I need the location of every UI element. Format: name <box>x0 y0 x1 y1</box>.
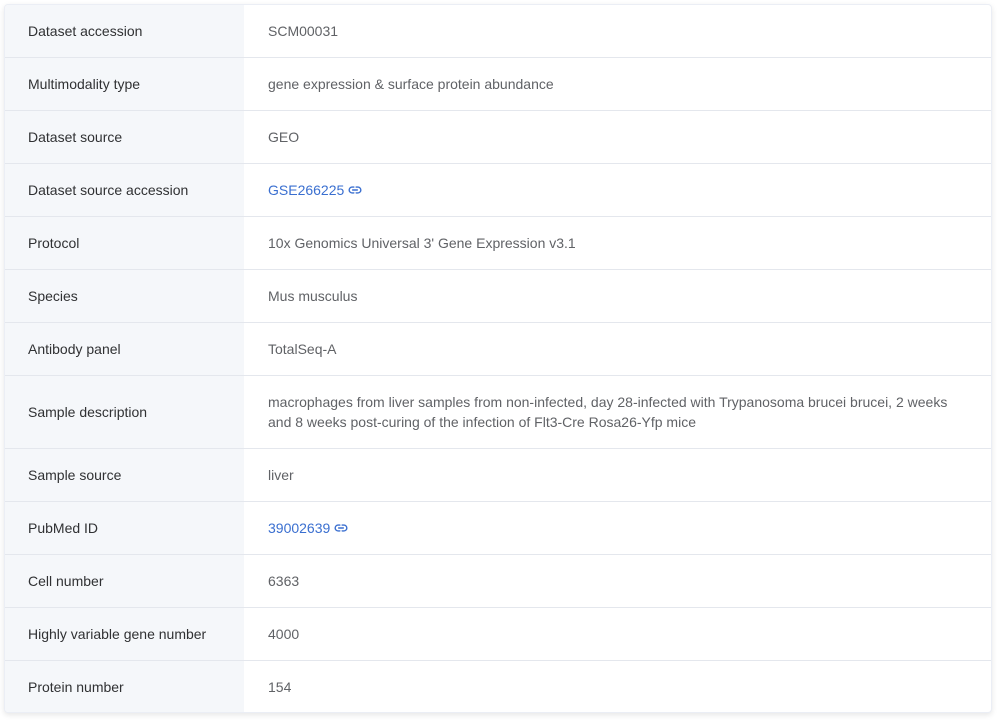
value-multimodality-type: gene expression & surface protein abunda… <box>268 76 554 92</box>
label-protein-number: Protein number <box>5 660 244 712</box>
value-dataset-source: GEO <box>268 129 300 145</box>
dataset-details-card: Dataset accession SCM00031 Multimodality… <box>4 4 992 713</box>
label-multimodality-type: Multimodality type <box>5 57 244 111</box>
row-species: Species Mus musculus <box>5 269 991 323</box>
value-highly-variable-gene-number: 4000 <box>268 626 300 642</box>
pubmed-link-text: 39002639 <box>268 520 331 536</box>
row-sample-source: Sample source liver <box>5 448 991 502</box>
label-dataset-source: Dataset source <box>5 110 244 164</box>
label-species: Species <box>5 269 244 323</box>
row-dataset-accession: Dataset accession SCM00031 <box>5 5 991 58</box>
row-highly-variable-gene-number: Highly variable gene number 4000 <box>5 607 991 661</box>
value-sample-description: macrophages from liver samples from non-… <box>268 394 948 430</box>
value-sample-source: liver <box>268 467 294 483</box>
label-antibody-panel: Antibody panel <box>5 322 244 376</box>
value-dataset-accession: SCM00031 <box>268 23 339 39</box>
row-pubmed-id: PubMed ID 39002639 <box>5 501 991 555</box>
row-cell-number: Cell number 6363 <box>5 554 991 608</box>
label-dataset-source-accession: Dataset source accession <box>5 163 244 217</box>
row-dataset-source: Dataset source GEO <box>5 110 991 164</box>
row-protocol: Protocol 10x Genomics Universal 3' Gene … <box>5 216 991 270</box>
value-dataset-source-accession: GSE266225 <box>244 164 991 217</box>
value-protocol: 10x Genomics Universal 3' Gene Expressio… <box>268 235 576 251</box>
row-dataset-source-accession: Dataset source accession GSE266225 <box>5 163 991 217</box>
dataset-details-table: Dataset accession SCM00031 Multimodality… <box>5 5 991 712</box>
value-pubmed-id: 39002639 <box>244 502 991 555</box>
label-sample-source: Sample source <box>5 448 244 502</box>
row-sample-description: Sample description macrophages from live… <box>5 375 991 449</box>
label-cell-number: Cell number <box>5 554 244 608</box>
value-cell-number: 6363 <box>268 573 300 589</box>
pubmed-link[interactable]: 39002639 <box>268 520 348 536</box>
value-species: Mus musculus <box>268 288 358 304</box>
label-highly-variable-gene-number: Highly variable gene number <box>5 607 244 661</box>
row-multimodality-type: Multimodality type gene expression & sur… <box>5 57 991 111</box>
label-dataset-accession: Dataset accession <box>5 5 244 58</box>
row-protein-number: Protein number 154 <box>5 660 991 712</box>
value-antibody-panel: TotalSeq-A <box>268 341 337 357</box>
label-pubmed-id: PubMed ID <box>5 501 244 555</box>
link-icon <box>334 524 348 532</box>
gse-accession-link-text: GSE266225 <box>268 182 345 198</box>
label-protocol: Protocol <box>5 216 244 270</box>
gse-accession-link[interactable]: GSE266225 <box>268 182 362 198</box>
link-icon <box>348 186 362 194</box>
label-sample-description: Sample description <box>5 375 244 449</box>
row-antibody-panel: Antibody panel TotalSeq-A <box>5 322 991 376</box>
value-protein-number: 154 <box>268 679 292 695</box>
